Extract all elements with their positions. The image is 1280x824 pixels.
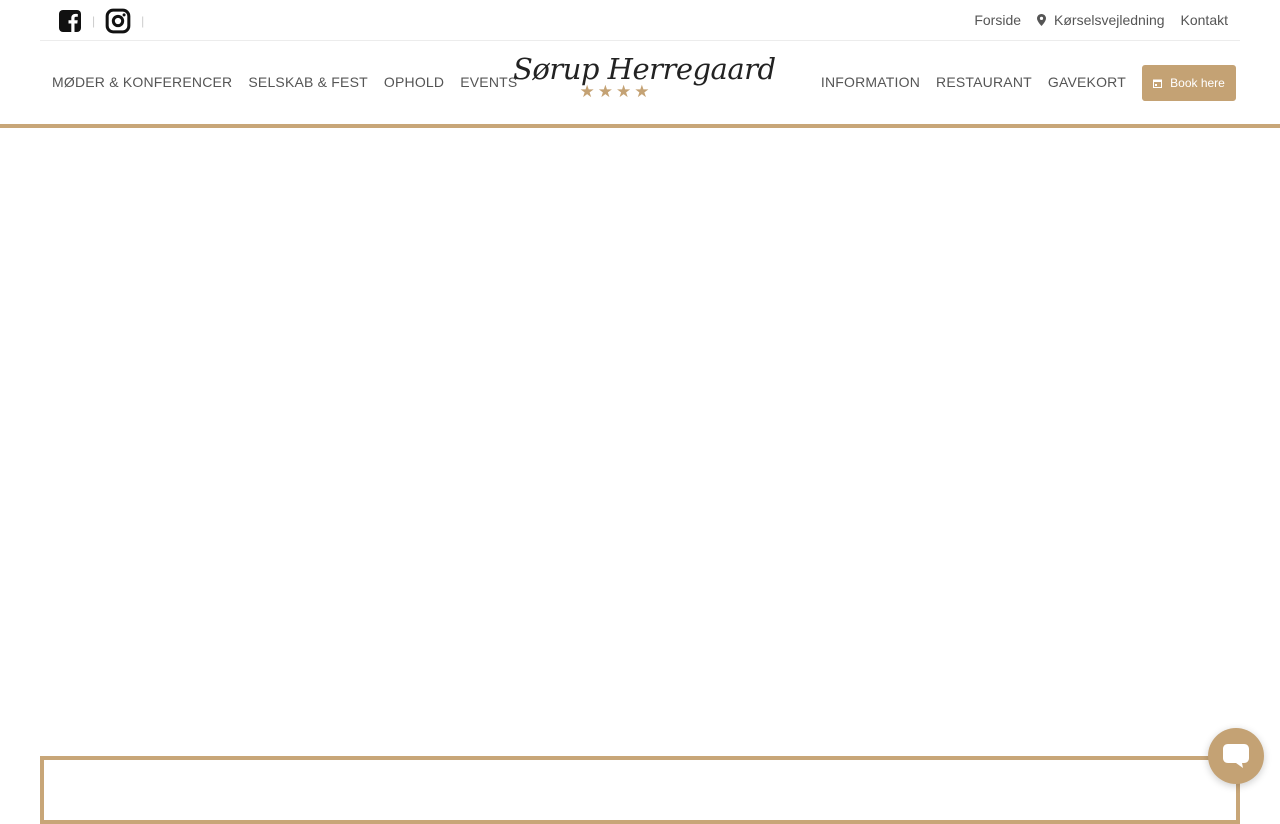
calendar-icon	[1153, 79, 1163, 88]
nav-left-group: MØDER & KONFERENCER SELSKAB & FEST OPHOL…	[52, 74, 533, 90]
kontakt-link[interactable]: Kontakt	[1181, 12, 1228, 28]
forside-link[interactable]: Forside	[974, 12, 1021, 28]
nav-item-events[interactable]: EVENTS	[460, 74, 517, 90]
directions-link[interactable]: Kørselsvejledning	[1037, 12, 1165, 28]
map-pin-icon	[1037, 14, 1047, 26]
nav-item-giftcard[interactable]: GAVEKORT	[1048, 74, 1126, 90]
nav-item-stay[interactable]: OPHOLD	[384, 74, 444, 90]
nav-item-restaurant[interactable]: RESTAURANT	[936, 74, 1032, 90]
top-bar: | | Forside Kørselsvejledning Kontakt	[40, 0, 1240, 41]
chat-bubble-icon	[1223, 744, 1249, 768]
nav-item-information[interactable]: INFORMATION	[821, 74, 920, 90]
separator: |	[92, 14, 96, 28]
site-logo[interactable]: Sørup Herregaard ★★★★	[513, 52, 776, 101]
social-links: | |	[58, 8, 154, 34]
facebook-icon[interactable]	[58, 9, 82, 33]
nav-item-parties[interactable]: SELSKAB & FEST	[248, 74, 368, 90]
book-here-button[interactable]: Book here	[1142, 65, 1236, 101]
nav-item-meetings[interactable]: MØDER & KONFERENCER	[52, 74, 232, 90]
top-links: Forside Kørselsvejledning Kontakt	[958, 12, 1228, 28]
separator: |	[141, 14, 145, 28]
header-divider	[0, 124, 1280, 128]
book-here-label: Book here	[1170, 76, 1225, 90]
instagram-icon[interactable]	[105, 8, 131, 34]
logo-wordmark: Sørup Herregaard	[513, 52, 776, 86]
chat-button[interactable]	[1208, 728, 1264, 784]
main-navigation: MØDER & KONFERENCER SELSKAB & FEST OPHOL…	[40, 41, 1240, 124]
nav-right-group: INFORMATION RESTAURANT GAVEKORT	[805, 74, 1126, 90]
directions-label: Kørselsvejledning	[1054, 12, 1165, 28]
content-frame	[40, 756, 1240, 824]
